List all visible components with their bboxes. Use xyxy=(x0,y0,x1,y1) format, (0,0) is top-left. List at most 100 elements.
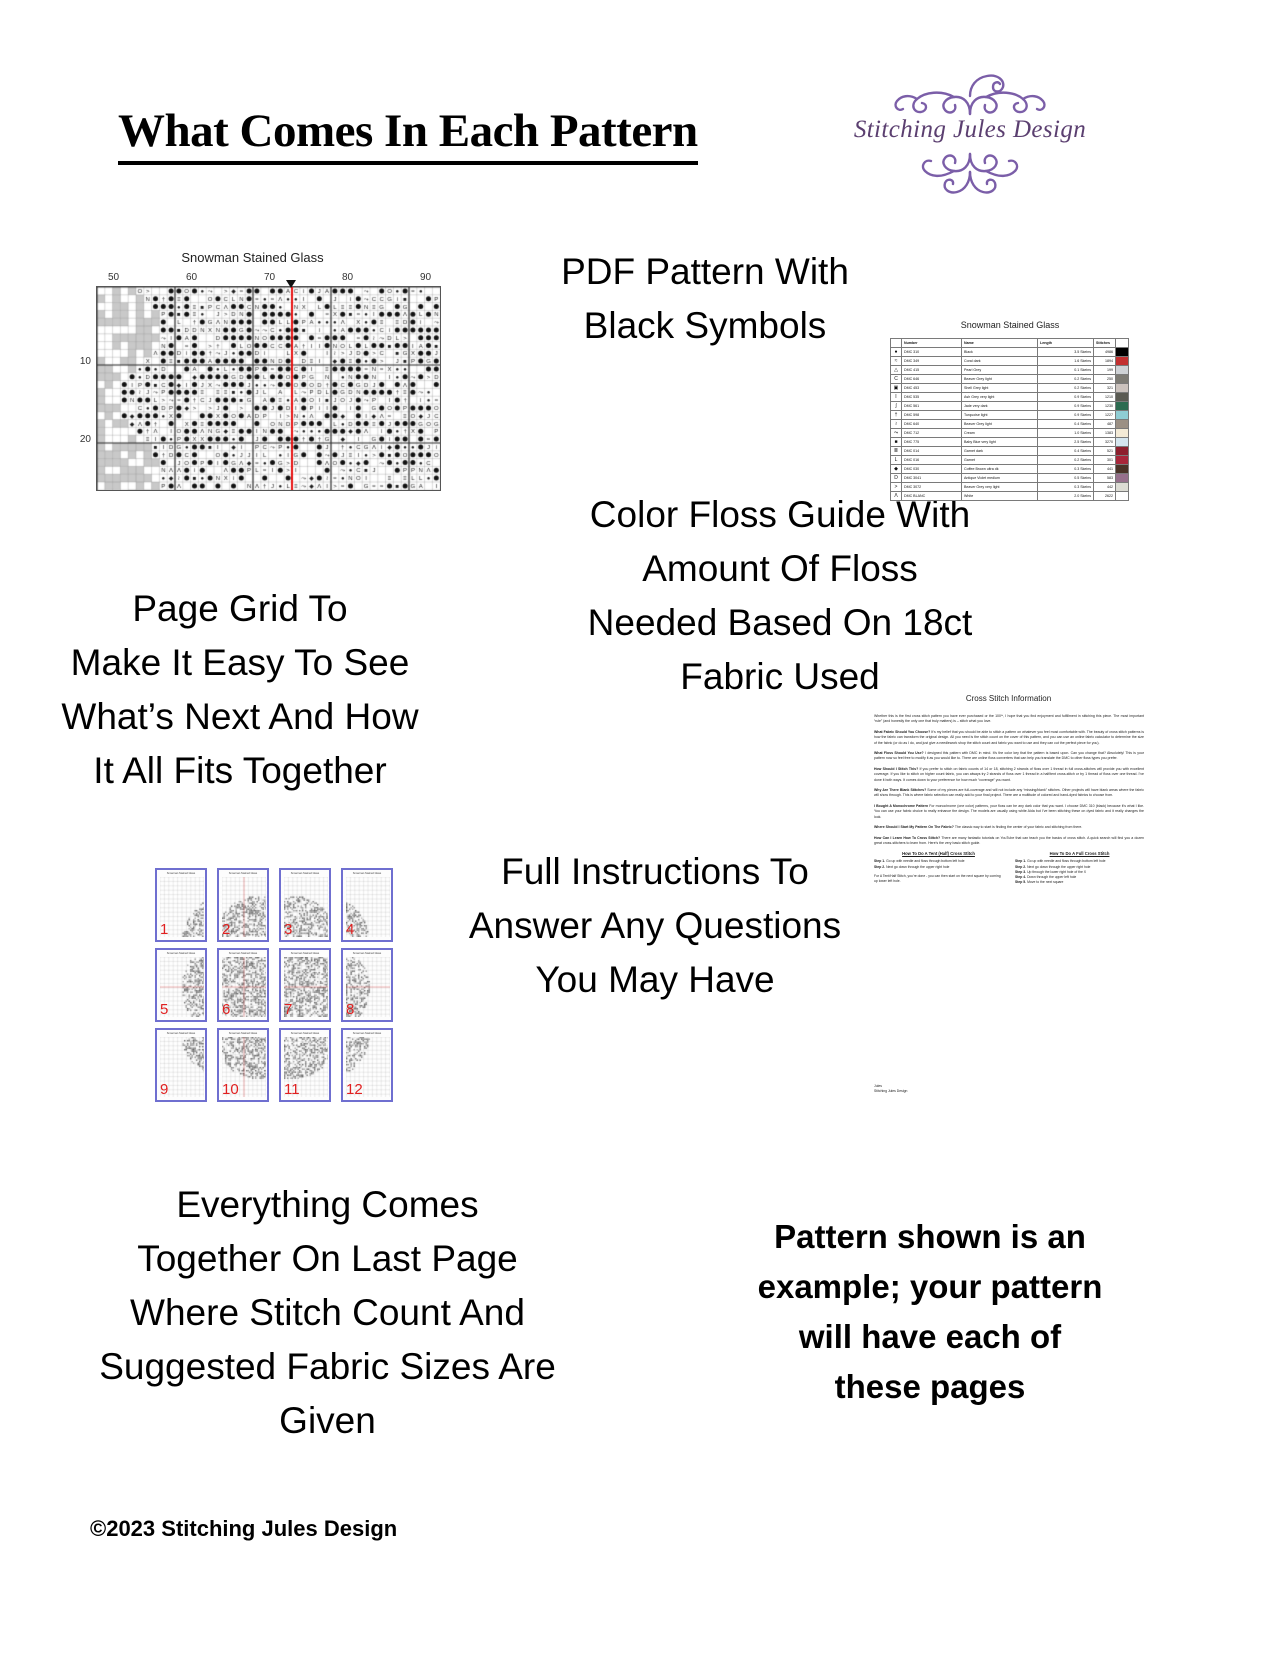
table-cell: 0.9 Skeins xyxy=(1037,401,1094,411)
chart-grid xyxy=(96,286,441,491)
section-heading: Where Should I Start My Pattern On The F… xyxy=(874,825,955,830)
table-cell: ⤳ xyxy=(890,428,902,438)
column-header xyxy=(890,338,902,348)
table-cell: Antique Violet medium xyxy=(961,473,1038,483)
thumbnail-title: Snowman Stained Glass xyxy=(290,872,320,875)
table-cell: ∫ xyxy=(890,401,902,411)
table-cell: 301 xyxy=(1093,455,1116,465)
signature-line: Stitching Jules Design xyxy=(874,1089,908,1093)
color-swatch xyxy=(1115,491,1129,501)
table-cell: DMC 014 xyxy=(901,446,962,456)
section-heading: Why Are There Blank Stitches? xyxy=(874,788,928,793)
table-cell: DMC 561 xyxy=(901,401,962,411)
stitch-step: Step 5. Move to the next square xyxy=(1015,880,1064,885)
table-cell: ◆ xyxy=(890,464,902,474)
column-header: Stitches xyxy=(1093,338,1116,348)
table-cell: Λ xyxy=(890,491,902,501)
page-thumbnail: Snowman Stained Glass 8 xyxy=(341,948,393,1022)
thumbnail-number: 12 xyxy=(346,1081,363,1098)
table-row: ◆ DMC 030 Coffee Brown ultra dk 0.3 Skeins 4… xyxy=(890,464,1129,474)
thumbnail-number: 6 xyxy=(222,1001,231,1018)
chart-row-label: 10 xyxy=(79,356,91,367)
table-cell: 442 xyxy=(1093,482,1116,492)
table-cell: Garnet dark xyxy=(961,446,1038,456)
thumbnail-number: 2 xyxy=(222,921,231,938)
instructions-signature: Jules Stitching Jules Design xyxy=(874,1084,907,1094)
table-cell: ≀ xyxy=(890,419,902,429)
instructions-section: What Floss Should You Use? I designed th… xyxy=(874,751,1145,761)
page-title: What Comes In Each Pattern xyxy=(118,104,698,165)
color-swatch xyxy=(1115,392,1129,402)
table-cell: 1383 xyxy=(1093,428,1116,438)
caption-page-grid: Page Grid To Make It Easy To See What’s Ne… xyxy=(61,588,419,791)
table-cell: 0.2 Skeins xyxy=(1037,383,1094,393)
column-header: Length xyxy=(1037,338,1094,348)
thumbnail-number: 4 xyxy=(346,921,355,938)
instructions-section: I Bought A Monochrome Pattern For monoch… xyxy=(874,803,1144,819)
table-cell: 0.3 Skeins xyxy=(1037,482,1094,492)
table-cell: DMC 712 xyxy=(901,428,962,438)
brand-logo: Stitching Jules Design xyxy=(845,72,1095,200)
stitch-note: For A Tent/Half Stitch, you’re done - yo… xyxy=(874,873,1001,883)
table-row: L DMC 016 Garnet 0.2 Skeins 301 xyxy=(890,455,1129,465)
flourish-ornament-icon xyxy=(845,150,1095,201)
table-cell: Ash Grey very light xyxy=(961,392,1038,402)
table-cell: DMC 415 xyxy=(901,365,962,375)
page-thumbnail: Snowman Stained Glass 5 xyxy=(155,948,207,1022)
table-row: △ DMC 415 Pearl Grey 0.1 Skeins 199 xyxy=(890,365,1129,375)
table-cell: DMC 598 xyxy=(901,410,962,420)
table-cell: 1230 xyxy=(1093,401,1116,411)
thumbnail-number: 5 xyxy=(160,1001,169,1018)
table-row: ∫ DMC 561 Jade very dark 0.9 Skeins 1230 xyxy=(890,401,1129,411)
table-cell: DMC 030 xyxy=(901,464,962,474)
table-cell: DMC 640 xyxy=(901,419,962,429)
table-cell: DMC 3041 xyxy=(901,473,962,483)
table-cell: > xyxy=(890,482,902,492)
table-cell: DMC 016 xyxy=(901,455,962,465)
table-cell: Beaver Grey very light xyxy=(961,482,1038,492)
table-cell: Coffee Brown ultra dk xyxy=(961,464,1038,474)
color-swatch xyxy=(1115,365,1129,375)
page-thumbnail: Snowman Stained Glass 4 xyxy=(341,868,393,942)
chart-column-label: 80 xyxy=(342,272,354,283)
instructions-section: Where Should I Start My Pattern On The F… xyxy=(874,825,1083,830)
table-cell: DMC 453 xyxy=(901,383,962,393)
thumbnail-title: Snowman Stained Glass xyxy=(228,872,258,875)
table-cell: 0.9 Skeins xyxy=(1037,392,1094,402)
table-cell: Cream xyxy=(961,428,1038,438)
section-heading: What Floss Should You Use? xyxy=(874,751,926,756)
table-cell: ≣ xyxy=(890,446,902,456)
page-thumbnail: Snowman Stained Glass 7 xyxy=(279,948,331,1022)
table-cell: Beaver Grey light xyxy=(961,419,1038,429)
table-cell: L xyxy=(890,455,902,465)
thumbnail-number: 3 xyxy=(284,921,293,938)
table-cell: Baby Blue very light xyxy=(961,437,1038,447)
section-heading: I Bought A Monochrome Pattern xyxy=(874,803,930,808)
table-cell: △ xyxy=(890,365,902,375)
color-swatch xyxy=(1115,356,1129,366)
table-cell: Shell Grey light xyxy=(961,383,1038,393)
page-thumbnail: Snowman Stained Glass 6 xyxy=(217,948,269,1022)
instructions-preview: Cross Stitch Information Whether this is… xyxy=(866,690,1151,1100)
chart-column-label: 50 xyxy=(108,272,120,283)
color-swatch xyxy=(1115,347,1129,357)
table-cell: Turquoise light xyxy=(961,410,1038,420)
caption-full-instructions: Full Instructions To Answer Any Questions… xyxy=(468,851,842,1000)
page-thumbnail: Snowman Stained Glass 12 xyxy=(341,1028,393,1102)
color-swatch xyxy=(1115,446,1129,456)
table-cell: Garnet xyxy=(961,455,1038,465)
table-cell: 0.4 Skeins xyxy=(1037,419,1094,429)
pattern-chart-preview: Snowman Stained Glass 50 60 70 80 90 10 20 xyxy=(60,250,445,495)
page-thumbnail: Snowman Stained Glass 2 xyxy=(217,868,269,942)
table-row: ▣ DMC 453 Shell Grey light 0.2 Skeins 321 xyxy=(890,383,1129,393)
table-cell: 4986 xyxy=(1093,347,1116,357)
caption-pdf-pattern: PDF Pattern With Black Symbols xyxy=(561,251,849,346)
table-cell: White xyxy=(961,491,1038,501)
chart-column-label: 70 xyxy=(264,272,276,283)
table-cell: 1227 xyxy=(1093,410,1116,420)
caption-color-floss: Color Floss Guide With Amount Of Floss Nee… xyxy=(587,494,973,697)
table-row: C DMC 646 Beaver Grey light 0.2 Skeins 250 xyxy=(890,374,1129,384)
table-cell: 583 xyxy=(1093,473,1116,483)
table-cell: ● xyxy=(890,347,902,357)
table-header-row: Number Name Length Stitches xyxy=(890,338,1129,348)
